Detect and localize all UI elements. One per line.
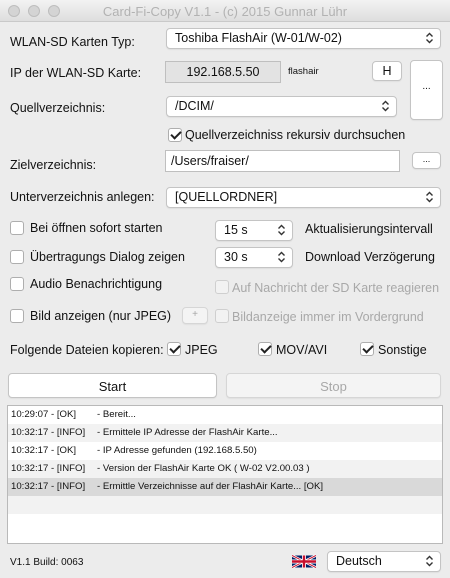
log-list[interactable]: 10:29:07 - [OK] - Bereit... 10:32:17 - […	[7, 405, 443, 544]
source-value: /DCIM/	[175, 99, 214, 113]
ip-input[interactable]: 192.168.5.50	[165, 61, 281, 83]
recursive-label: Quellverzeichniss rekursiv durchsuchen	[185, 128, 406, 142]
updown-chevron-icon	[278, 224, 285, 236]
update-interval-label: Aktualisierungsintervall	[305, 222, 433, 236]
sd-notify-checkbox[interactable]	[215, 280, 229, 294]
uk-flag-icon	[292, 554, 316, 569]
log-row: 10:29:07 - [OK] - Bereit...	[8, 406, 442, 424]
log-row-selected: 10:32:17 - [INFO] - Ermittle Verzeichnis…	[8, 478, 442, 496]
other-label: Sonstige	[378, 343, 427, 357]
log-message: - Ermittele IP Adresse der FlashAir Kart…	[97, 427, 278, 438]
updown-chevron-icon	[426, 32, 433, 44]
movavi-checkbox[interactable]	[258, 342, 272, 356]
recursive-checkbox[interactable]	[168, 128, 182, 142]
card-type-label: WLAN-SD Karten Typ:	[10, 35, 135, 49]
download-delay-value: 30 s	[224, 250, 248, 264]
log-time: 10:29:07 - [OK]	[11, 409, 77, 420]
jpeg-label: JPEG	[185, 343, 218, 357]
copy-files-label: Folgende Dateien kopieren:	[10, 343, 164, 357]
image-front-label: Bildanzeige immer im Vordergrund	[232, 310, 424, 324]
log-row: 10:32:17 - [OK] - IP Adresse gefunden (1…	[8, 442, 442, 460]
image-front-checkbox[interactable]	[215, 309, 229, 323]
title-bar: Card-Fi-Copy V1.1 - (c) 2015 Gunnar Lühr	[0, 0, 450, 22]
updown-chevron-icon	[426, 191, 433, 203]
target-input[interactable]: /Users/fraiser/	[165, 150, 400, 172]
plus-button[interactable]: +	[182, 307, 208, 324]
window-title: Card-Fi-Copy V1.1 - (c) 2015 Gunnar Lühr	[102, 4, 348, 19]
start-button[interactable]: Start	[8, 373, 217, 398]
log-time: 10:32:17 - [INFO]	[11, 463, 86, 474]
h-button[interactable]: H	[372, 61, 402, 81]
log-row-empty	[8, 514, 442, 532]
log-time: 10:32:17 - [INFO]	[11, 427, 86, 438]
log-message: - IP Adresse gefunden (192.168.5.50)	[97, 445, 257, 456]
update-interval-select[interactable]: 15 s	[215, 220, 293, 241]
download-delay-label: Download Verzögerung	[305, 250, 435, 264]
log-row: 10:32:17 - [INFO] - Ermittele IP Adresse…	[8, 424, 442, 442]
show-dialog-checkbox[interactable]	[10, 250, 24, 264]
log-message: - Version der FlashAir Karte OK ( W-02 V…	[97, 463, 310, 474]
movavi-label: MOV/AVI	[276, 343, 328, 357]
source-label: Quellverzeichnis:	[10, 101, 106, 115]
target-label: Zielverzeichnis:	[10, 158, 97, 172]
log-message: - Bereit...	[97, 409, 136, 420]
updown-chevron-icon	[426, 555, 433, 567]
build-label: V1.1 Build: 0063	[10, 557, 84, 568]
updown-chevron-icon	[382, 100, 389, 112]
stop-button[interactable]: Stop	[226, 373, 441, 398]
audio-checkbox[interactable]	[10, 277, 24, 291]
start-on-open-checkbox[interactable]	[10, 221, 24, 235]
start-on-open-label: Bei öffnen sofort starten	[30, 221, 163, 235]
log-row: 10:32:17 - [INFO] - Version der FlashAir…	[8, 460, 442, 478]
subdir-select[interactable]: [QUELLORDNER]	[166, 187, 441, 208]
update-interval-value: 15 s	[224, 223, 248, 237]
subdir-label: Unterverzeichnis anlegen:	[10, 190, 155, 204]
download-delay-select[interactable]: 30 s	[215, 247, 293, 268]
card-type-value: Toshiba FlashAir (W-01/W-02)	[175, 31, 342, 45]
show-image-checkbox[interactable]	[10, 309, 24, 323]
ip-browse-button[interactable]: ...	[410, 60, 443, 120]
target-browse-button[interactable]: ...	[412, 152, 441, 169]
audio-label: Audio Benachrichtigung	[30, 277, 163, 291]
language-value: Deutsch	[336, 554, 382, 568]
source-select[interactable]: /DCIM/	[166, 96, 397, 117]
updown-chevron-icon	[278, 251, 285, 263]
jpeg-checkbox[interactable]	[167, 342, 181, 356]
log-time: 10:32:17 - [INFO]	[11, 481, 86, 492]
log-row-empty	[8, 496, 442, 514]
ip-label: IP der WLAN-SD Karte:	[10, 66, 142, 80]
show-image-label: Bild anzeigen (nur JPEG)	[30, 309, 172, 323]
show-dialog-label: Übertragungs Dialog zeigen	[30, 250, 185, 264]
subdir-value: [QUELLORDNER]	[175, 190, 278, 204]
language-select[interactable]: Deutsch	[327, 551, 441, 572]
card-type-select[interactable]: Toshiba FlashAir (W-01/W-02)	[166, 28, 441, 49]
log-message: - Ermittle Verzeichnisse auf der FlashAi…	[97, 481, 324, 492]
sd-notify-label: Auf Nachricht der SD Karte reagieren	[232, 281, 440, 295]
log-time: 10:32:17 - [OK]	[11, 445, 77, 456]
other-checkbox[interactable]	[360, 342, 374, 356]
ip-hostname: flashair	[288, 66, 319, 77]
